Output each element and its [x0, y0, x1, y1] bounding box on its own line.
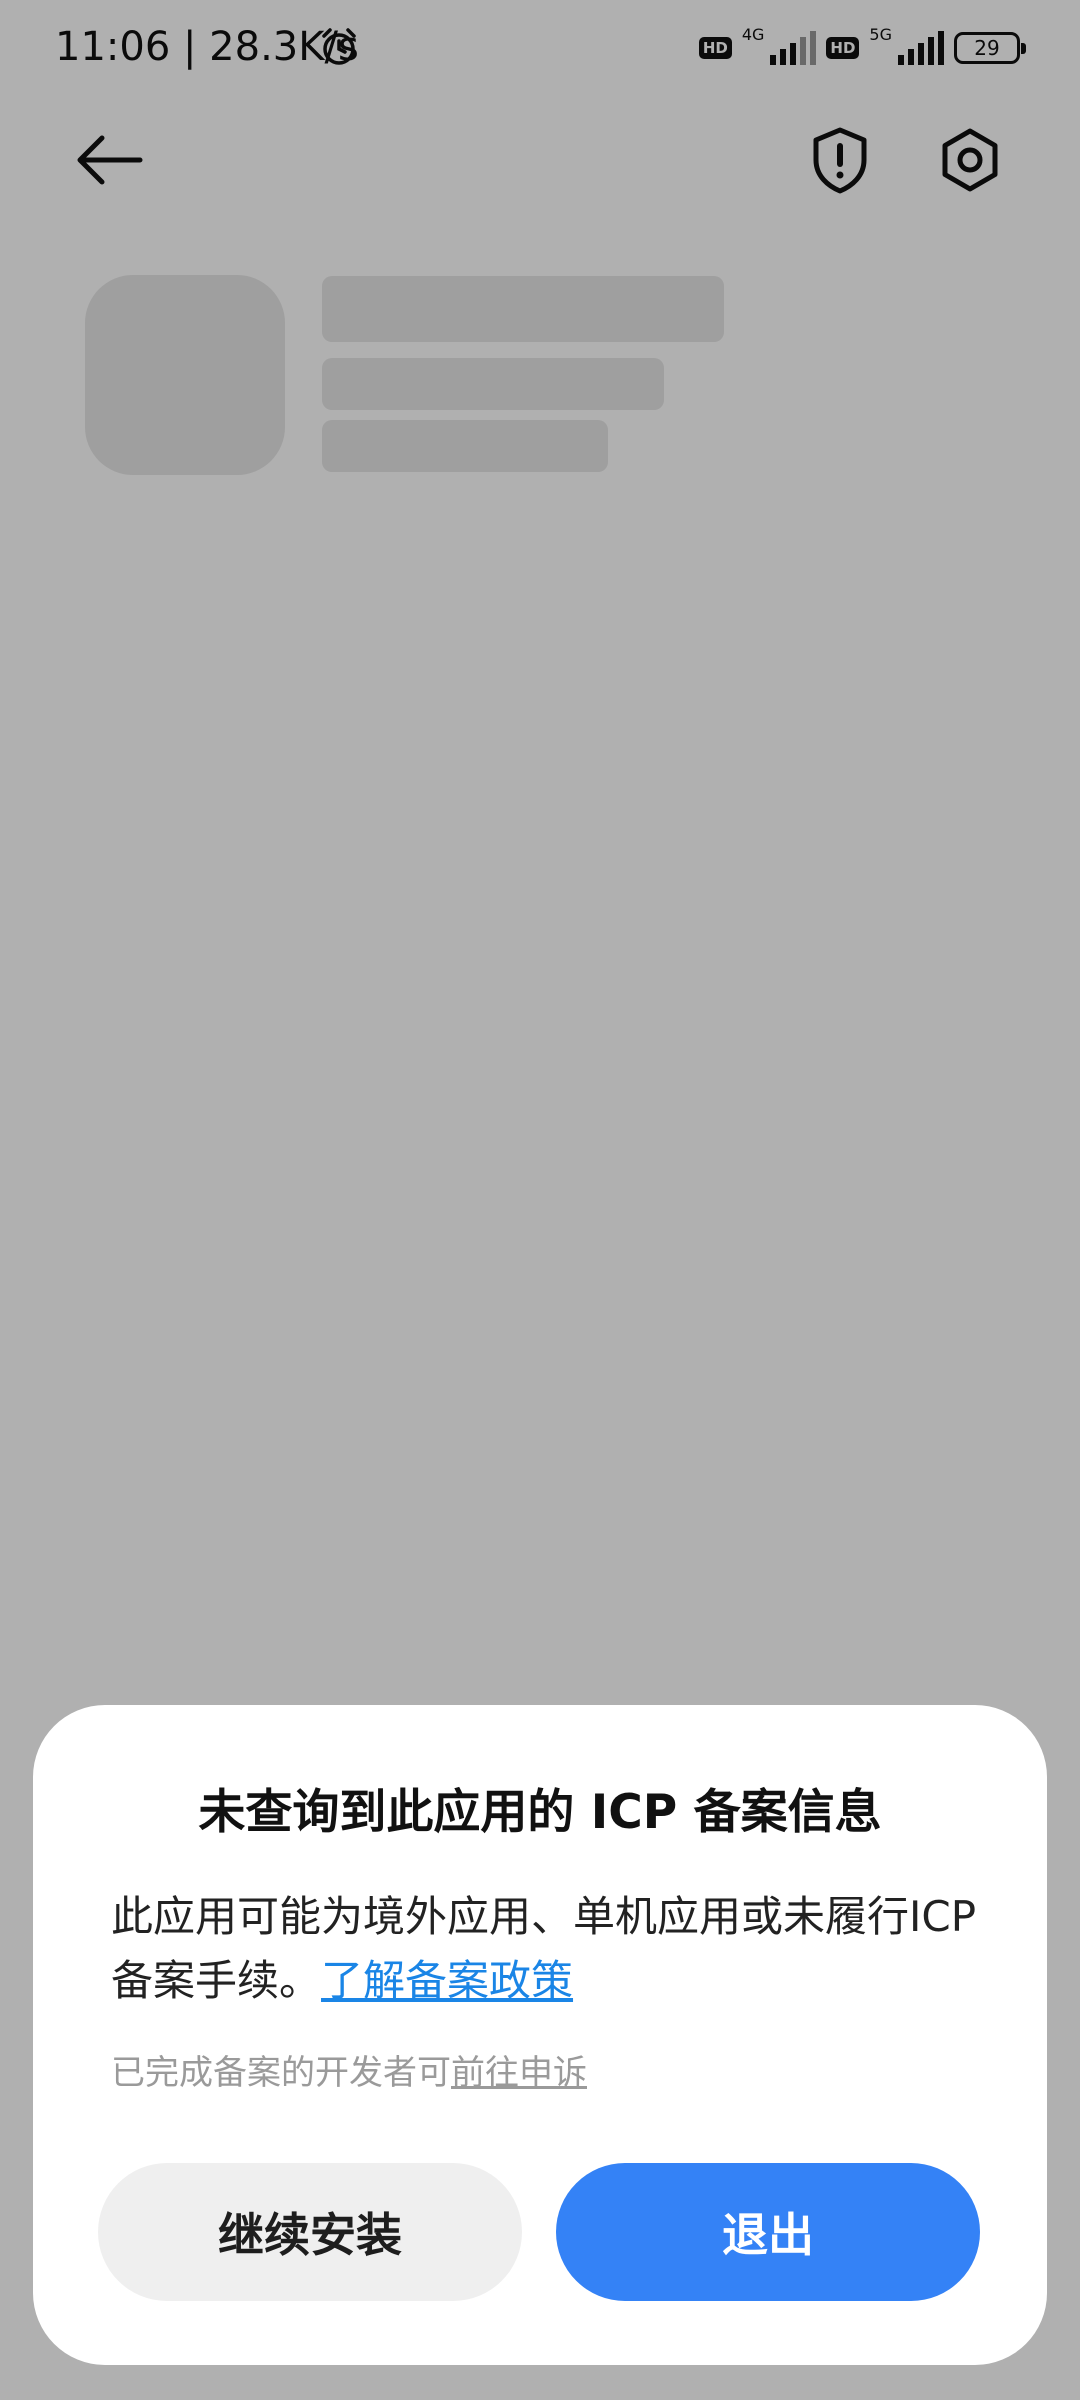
continue-install-button[interactable]: 继续安装: [98, 2163, 522, 2301]
dialog-note: 已完成备案的开发者可前往申诉: [111, 2045, 981, 2094]
icp-warning-dialog: 未查询到此应用的 ICP 备案信息 此应用可能为境外应用、单机应用或未履行ICP…: [33, 1705, 1047, 2365]
dialog-message: 此应用可能为境外应用、单机应用或未履行ICP 备案手续。了解备案政策: [111, 1885, 981, 2013]
dialog-title: 未查询到此应用的 ICP 备案信息: [198, 1785, 882, 1840]
dialog-note-text: 已完成备案的开发者可: [111, 2053, 451, 2093]
policy-link[interactable]: 了解备案政策: [321, 1956, 573, 2005]
exit-button[interactable]: 退出: [556, 2163, 980, 2301]
appeal-link[interactable]: 前往申诉: [451, 2053, 587, 2093]
